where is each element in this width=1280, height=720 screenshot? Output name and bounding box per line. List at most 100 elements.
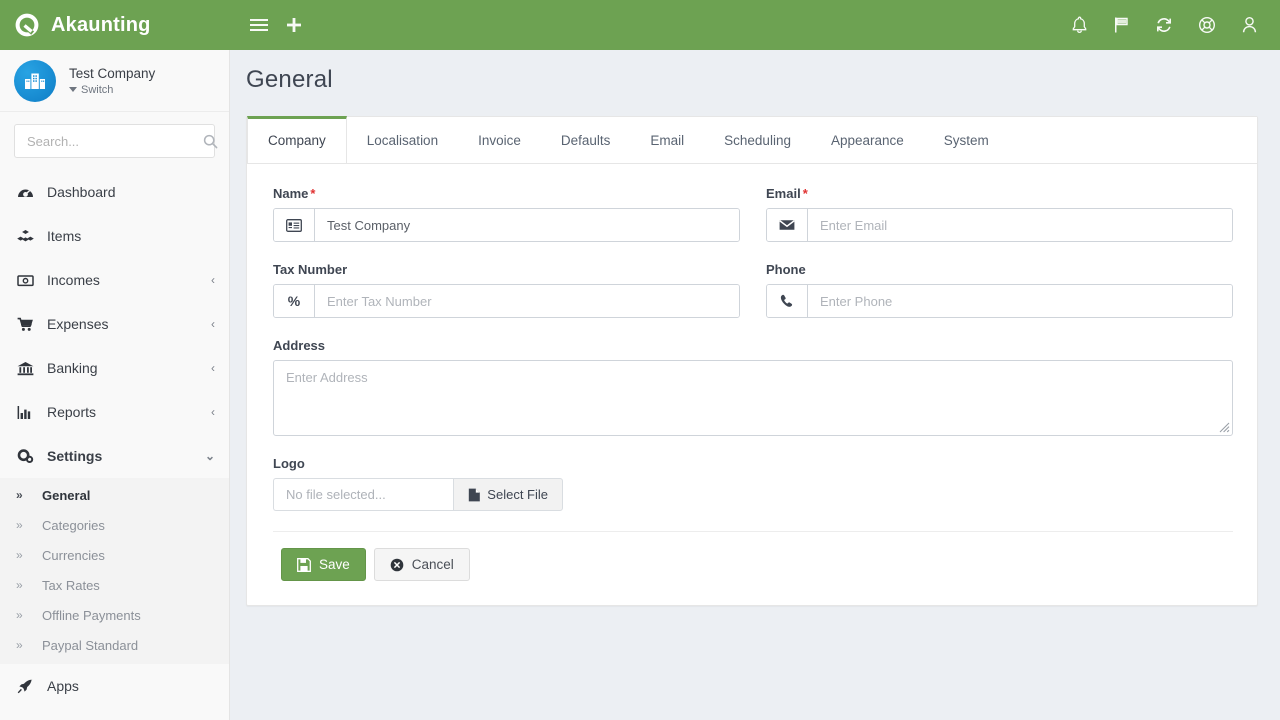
settings-tabs: Company Localisation Invoice Defaults Em… — [247, 116, 1257, 164]
submenu-item-label: Paypal Standard — [42, 637, 139, 653]
submenu-item-label: Categories — [42, 517, 105, 533]
email-input[interactable] — [808, 209, 1232, 241]
field-name: Name * — [273, 186, 740, 242]
name-input[interactable] — [315, 209, 739, 241]
search-icon[interactable] — [203, 134, 218, 149]
submenu-item-offline-payments[interactable]: » Offline Payments — [0, 600, 229, 630]
field-logo: Logo No file selected... Select File — [273, 456, 1233, 511]
company-switch-link[interactable]: Switch — [69, 84, 155, 96]
sidebar: Test Company Switch Search... Dashboard … — [0, 50, 230, 720]
company-avatar — [14, 59, 56, 102]
sidebar-item-label: Incomes — [47, 272, 100, 288]
company-switch-label: Switch — [81, 83, 114, 96]
settings-card: Company Localisation Invoice Defaults Em… — [246, 116, 1258, 606]
submenu-item-label: General — [42, 487, 91, 503]
language-flag-icon[interactable] — [1113, 16, 1130, 34]
select-file-button[interactable]: Select File — [453, 478, 563, 511]
submenu-item-label: Offline Payments — [42, 607, 141, 623]
tab-defaults[interactable]: Defaults — [541, 116, 631, 162]
submenu-item-tax-rates[interactable]: » Tax Rates — [0, 570, 229, 600]
submenu-item-currencies[interactable]: » Currencies — [0, 540, 229, 570]
tab-scheduling[interactable]: Scheduling — [704, 116, 811, 162]
settings-submenu: » General » Categories » Currencies » Ta… — [0, 478, 229, 664]
cubes-icon — [16, 229, 34, 244]
tab-email[interactable]: Email — [630, 116, 704, 162]
tab-localisation[interactable]: Localisation — [347, 116, 458, 162]
top-header: Akaunting — [0, 0, 1280, 50]
sync-refresh-icon[interactable] — [1155, 16, 1173, 34]
submenu-item-paypal-standard[interactable]: » Paypal Standard — [0, 630, 229, 660]
tab-label: Scheduling — [724, 133, 791, 148]
tax-number-input[interactable] — [315, 285, 739, 317]
sidebar-item-expenses[interactable]: Expenses ‹ — [0, 302, 229, 346]
tab-appearance[interactable]: Appearance — [811, 116, 924, 162]
field-tax-number: Tax Number % — [273, 262, 740, 318]
tab-label: Defaults — [560, 133, 611, 148]
field-phone: Phone — [766, 262, 1233, 318]
tab-label: Email — [650, 133, 685, 148]
sidebar-item-settings[interactable]: Settings ⌄ — [0, 434, 229, 478]
chevron-left-icon: ‹ — [211, 317, 215, 331]
header-actions — [1071, 16, 1280, 34]
logo-file-name: No file selected... — [273, 478, 454, 511]
logo-label: Logo — [273, 456, 305, 471]
chevron-double-right-icon: » — [16, 488, 23, 502]
cancel-button[interactable]: Cancel — [373, 548, 470, 581]
envelope-icon — [767, 209, 808, 241]
sidebar-item-items[interactable]: Items — [0, 214, 229, 258]
sidebar-item-label: Items — [47, 228, 82, 244]
tax-number-input-group[interactable]: % — [273, 284, 740, 318]
name-input-group[interactable] — [273, 208, 740, 242]
sidebar-item-label: Reports — [47, 404, 97, 420]
company-settings-form: Name * Test Company Tax Number % Enter T… — [247, 164, 1257, 605]
tab-company[interactable]: Company — [247, 116, 347, 163]
field-address: Address — [273, 338, 1233, 436]
brand-logo[interactable]: Akaunting — [0, 0, 230, 50]
required-asterisk: * — [310, 186, 316, 201]
search-input[interactable] — [27, 133, 203, 149]
sidebar-item-incomes[interactable]: Incomes ‹ — [0, 258, 229, 302]
save-button[interactable]: Save — [281, 548, 366, 581]
tab-label: Company — [268, 133, 326, 148]
tab-label: Appearance — [830, 133, 904, 148]
chevron-double-right-icon: » — [16, 638, 23, 652]
main-content: General Company Localisation Invoice Def… — [230, 50, 1280, 720]
gear-icon — [16, 448, 34, 464]
submenu-item-label: Tax Rates — [42, 577, 100, 593]
submenu-item-general[interactable]: » General — [0, 480, 229, 510]
hamburger-menu-icon[interactable] — [250, 18, 268, 32]
tab-label: Invoice — [478, 133, 521, 148]
tab-system[interactable]: System — [924, 116, 1009, 162]
chevron-left-icon: ‹ — [211, 405, 215, 419]
address-label: Address — [273, 338, 326, 353]
sidebar-item-dashboard[interactable]: Dashboard — [0, 170, 229, 214]
sidebar-item-banking[interactable]: Banking ‹ — [0, 346, 229, 390]
plus-icon[interactable] — [286, 17, 302, 33]
sidebar-nav: Dashboard Items Incomes ‹ Expenses ‹ Ban… — [0, 166, 229, 708]
tab-invoice[interactable]: Invoice — [458, 116, 541, 162]
address-textarea[interactable] — [273, 360, 1233, 436]
sidebar-item-reports[interactable]: Reports ‹ — [0, 390, 229, 434]
sidebar-search[interactable] — [14, 124, 218, 158]
chevron-double-right-icon: » — [16, 518, 23, 532]
submenu-item-categories[interactable]: » Categories — [0, 510, 229, 540]
chevron-left-icon: ‹ — [211, 273, 215, 287]
support-life-ring-icon[interactable] — [1198, 16, 1216, 34]
bank-icon — [16, 361, 34, 376]
chevron-left-icon: ‹ — [211, 361, 215, 375]
form-actions: Save Cancel — [273, 532, 1233, 605]
tab-label: Localisation — [366, 133, 439, 148]
email-label: Email * — [766, 186, 1233, 201]
logo-file-picker[interactable]: No file selected... Select File — [273, 478, 563, 511]
user-profile-icon[interactable] — [1241, 16, 1258, 34]
file-icon — [468, 488, 481, 502]
notifications-icon[interactable] — [1071, 16, 1088, 34]
email-input-group[interactable] — [766, 208, 1233, 242]
phone-input-group[interactable] — [766, 284, 1233, 318]
brand-name: Akaunting — [51, 13, 151, 36]
phone-input[interactable] — [808, 285, 1232, 317]
id-card-icon — [274, 209, 315, 241]
sidebar-item-label: Settings — [47, 448, 103, 464]
sidebar-item-apps[interactable]: Apps — [0, 664, 229, 708]
company-switcher[interactable]: Test Company Switch — [0, 50, 229, 112]
